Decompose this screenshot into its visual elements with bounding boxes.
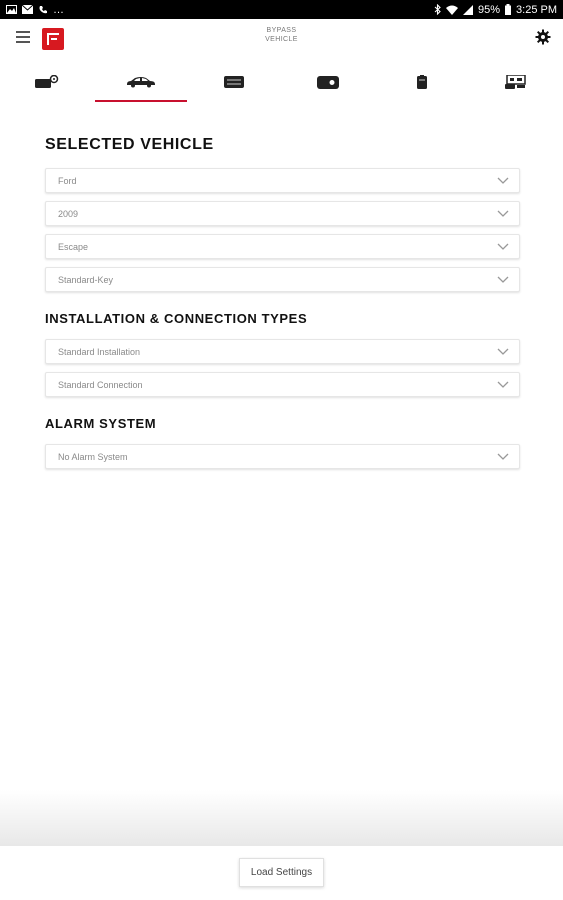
mail-icon: [22, 5, 33, 14]
load-settings-button[interactable]: Load Settings: [238, 857, 325, 887]
year-value: 2009: [58, 208, 79, 219]
more-icon: …: [53, 3, 64, 16]
model-select[interactable]: Escape: [45, 234, 520, 259]
key-type-select[interactable]: Standard-Key: [45, 267, 520, 292]
page-title-line2: VEHICLE: [265, 36, 298, 43]
tab-module[interactable]: [0, 62, 94, 102]
tab-remote[interactable]: [281, 62, 375, 102]
connection-type-value: Standard Connection: [58, 379, 143, 390]
tab-device[interactable]: [375, 62, 469, 102]
bottom-fade: [0, 790, 563, 846]
device-icon: [417, 74, 428, 89]
tab-accessory[interactable]: [469, 62, 563, 102]
battery-percent: 95%: [478, 3, 501, 16]
section-title-selected-vehicle: SELECTED VEHICLE: [45, 136, 214, 153]
model-value: Escape: [58, 241, 89, 252]
alarm-system-value: No Alarm System: [58, 451, 128, 462]
chevron-down-icon: [497, 381, 509, 388]
page-title: BYPASS VEHICLE: [0, 26, 563, 44]
notification-icons: …: [6, 4, 64, 16]
controller-icon: [224, 76, 245, 88]
year-select[interactable]: 2009: [45, 201, 520, 226]
installation-type-select[interactable]: Standard Installation: [45, 339, 520, 364]
bottom-bar: Load Settings: [0, 846, 563, 900]
connection-type-select[interactable]: Standard Connection: [45, 372, 520, 397]
chevron-down-icon: [497, 210, 509, 217]
page-title-line1: BYPASS: [266, 27, 297, 34]
tab-controller[interactable]: [188, 62, 282, 102]
clock: 3:25 PM: [516, 3, 557, 16]
system-indicators: 95% 3:25 PM: [434, 4, 557, 16]
chevron-down-icon: [497, 276, 509, 283]
image-icon: [6, 5, 17, 14]
chevron-down-icon: [497, 243, 509, 250]
key-type-value: Standard-Key: [58, 274, 114, 285]
make-value: Ford: [58, 175, 77, 186]
tab-vehicle[interactable]: [94, 62, 188, 102]
section-title-installation: INSTALLATION & CONNECTION TYPES: [45, 311, 308, 326]
chevron-down-icon: [497, 177, 509, 184]
bluetooth-icon: [434, 4, 441, 15]
section-title-alarm: ALARM SYSTEM: [45, 416, 157, 431]
app-bar: BYPASS VEHICLE: [0, 19, 563, 57]
phone-icon: [39, 5, 47, 13]
installation-type-value: Standard Installation: [58, 346, 141, 357]
accessory-icon: [504, 75, 526, 89]
chevron-down-icon: [497, 453, 509, 460]
make-select[interactable]: Ford: [45, 168, 520, 193]
remote-icon: [317, 75, 340, 89]
alarm-system-select[interactable]: No Alarm System: [45, 444, 520, 469]
module-icon: [34, 75, 59, 88]
tab-bar: [0, 62, 563, 102]
signal-icon: [463, 4, 473, 15]
battery-icon: [505, 4, 512, 15]
car-icon: [126, 77, 155, 88]
chevron-down-icon: [497, 348, 509, 355]
status-bar: … 95% 3:25 PM: [0, 0, 563, 19]
gear-icon[interactable]: [535, 29, 551, 45]
wifi-icon: [446, 5, 458, 15]
vehicle-settings-form: SELECTED VEHICLE Ford 2009 Escape Standa…: [45, 130, 520, 477]
